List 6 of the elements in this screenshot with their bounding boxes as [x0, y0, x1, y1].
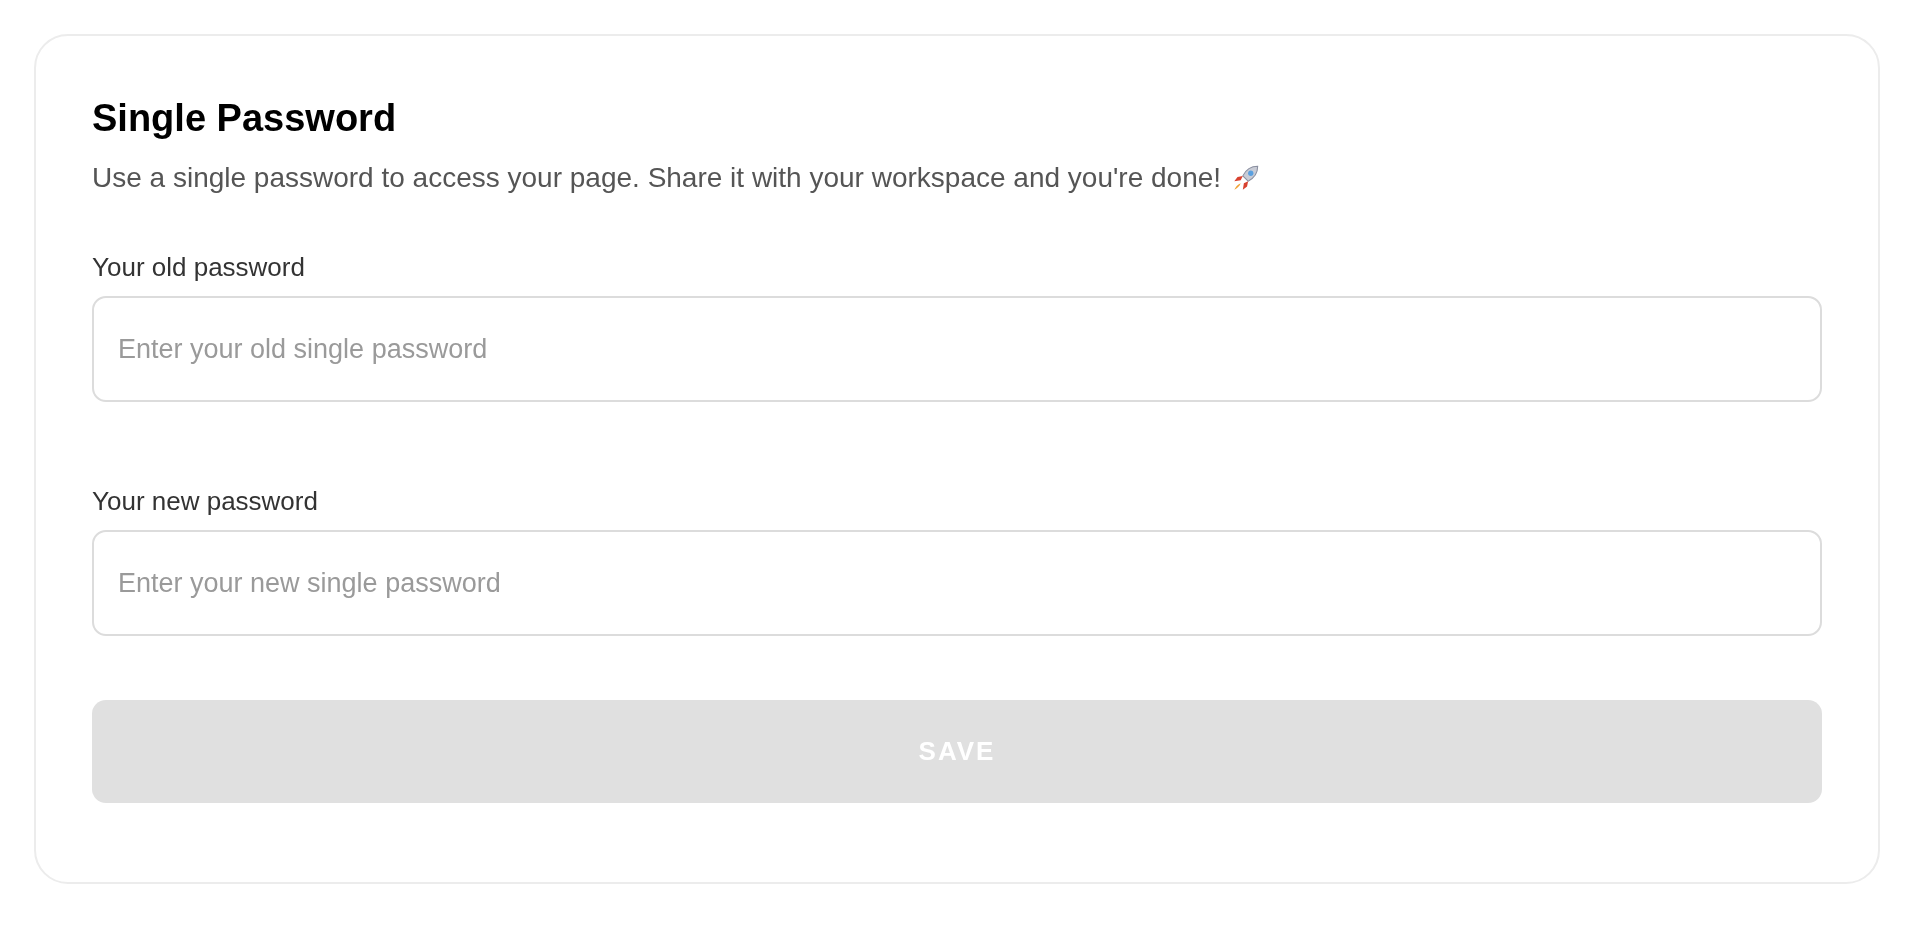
description-text: Use a single password to access your page. Share it with your workspace and you're done!	[92, 161, 1222, 195]
password-field[interactable]: Enter your old single password	[92, 296, 1822, 402]
card-title: Single Password	[92, 96, 397, 140]
password-field[interactable]: Enter your new single password	[92, 530, 1822, 636]
field-label: Your old password	[92, 252, 305, 282]
field-label: Your new password	[92, 486, 318, 516]
